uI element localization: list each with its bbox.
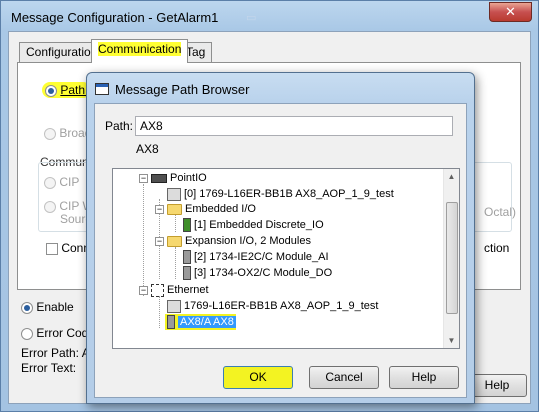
scroll-up-icon[interactable]: ▲ [446,171,457,182]
folder-icon [167,203,182,215]
enable-label: Enable [36,300,74,314]
tree-item-label: PointIO [170,172,207,184]
folder-icon [167,235,182,247]
broadcast-radio[interactable] [44,127,56,140]
connected-checkbox[interactable] [46,242,58,255]
connected-checkbox-row[interactable]: Conn [46,241,90,255]
tree-line [175,215,176,232]
enable-indicator [21,301,33,314]
scroll-down-icon[interactable]: ▼ [446,335,457,346]
scrollbar-thumb[interactable] [446,202,458,314]
tree-item-label: 1769-L16ER-BB1B AX8_AOP_1_9_test [184,300,379,312]
cancel-button[interactable]: Cancel [309,366,379,389]
controller-icon [167,299,181,313]
cip-with-source-radio[interactable] [44,200,56,213]
tree-line [159,296,160,328]
window-title: Message Configuration - GetAlarm1 [11,10,219,25]
tree-item-label: AX8/A AX8 [178,316,236,328]
tree-item-module-do[interactable]: [3] 1734-OX2/C Module_DO [183,265,332,281]
dialog-body: Path: AX8 − PointIO [0] 1769-L16ER-BB1B A… [94,103,467,398]
tree-item-ax8[interactable]: AX8/A AX8 [165,314,236,330]
tree-item-pointio[interactable]: − PointIO [139,170,207,186]
collapse-icon[interactable]: − [139,285,148,295]
cip-radio[interactable] [44,176,56,189]
error-code-indicator-row: Error Code [21,326,95,340]
tree-item-label: Ethernet [167,284,209,296]
cip-radio-row[interactable]: CIP [44,175,79,189]
help-button[interactable]: Help [389,366,459,389]
cache-connection-label: ction [484,241,510,255]
error-path-label: Error Path: [21,346,80,360]
ok-button[interactable]: OK [223,366,293,389]
dialog-title: Message Path Browser [115,82,250,97]
module-icon [167,315,175,330]
dialog-path-label: Path: [105,119,134,133]
tree-item-label: [2] 1734-IE2C/C Module_AI [194,251,329,263]
path-tree[interactable]: − PointIO [0] 1769-L16ER-BB1B AX8_AOP_1_9… [112,168,460,349]
error-text-label: Error Text: [21,361,77,375]
network-icon [151,283,164,297]
tree-item-controller[interactable]: [0] 1769-L16ER-BB1B AX8_AOP_1_9_test [167,186,394,202]
tab-communication[interactable]: Communication [91,39,189,63]
path-display: AX8 [136,142,159,156]
tree-item-ethernet-controller[interactable]: 1769-L16ER-BB1B AX8_AOP_1_9_test [167,298,378,314]
path-radio-label: Path: [60,83,89,97]
close-button[interactable]: ✕ [489,2,532,22]
tree-item-label: [0] 1769-L16ER-BB1B AX8_AOP_1_9_test [184,188,394,200]
message-path-browser-dialog: Message Path Browser Path: AX8 − PointIO … [86,72,475,404]
path-radio-row[interactable]: Path: [42,82,92,98]
tree-item-expansion-io[interactable]: − Expansion I/O, 2 Modules [155,233,311,249]
cip-label: CIP [59,175,80,189]
tree-scrollbar[interactable]: ▲ ▼ [443,169,459,348]
tree-item-label: Expansion I/O, 2 Modules [185,235,311,247]
collapse-icon[interactable]: − [155,236,164,246]
path-input[interactable] [135,116,453,136]
tree-item-label: [1] Embedded Discrete_IO [194,219,324,231]
tree-item-ethernet[interactable]: − Ethernet [139,282,209,298]
path-radio[interactable] [45,84,57,97]
module-icon [183,218,191,233]
module-icon [183,266,191,281]
outer-help-button[interactable]: Help [467,374,527,397]
octal-label: Octal) [484,205,517,219]
tree-line [175,247,176,279]
window-icon [95,83,109,95]
background-ghost-text: ▭ [246,12,257,24]
tree-line [143,184,144,296]
broadcast-radio-row[interactable]: Broad [44,126,91,140]
tree-item-embedded-io[interactable]: − Embedded I/O [155,201,256,217]
collapse-icon[interactable]: − [139,173,148,183]
tree-item-embedded-discrete[interactable]: [1] Embedded Discrete_IO [183,217,324,233]
tree-item-label: [3] 1734-OX2/C Module_DO [194,267,333,279]
tree-item-module-ai[interactable]: [2] 1734-IE2C/C Module_AI [183,249,329,265]
tree-item-label: Embedded I/O [185,203,256,215]
collapse-icon[interactable]: − [155,204,164,214]
controller-icon [167,187,181,201]
tab-communication-label: Communication [98,42,182,56]
rack-icon [151,173,167,183]
error-code-indicator [21,327,33,340]
module-icon [183,250,191,265]
enable-indicator-row: Enable [21,300,74,314]
